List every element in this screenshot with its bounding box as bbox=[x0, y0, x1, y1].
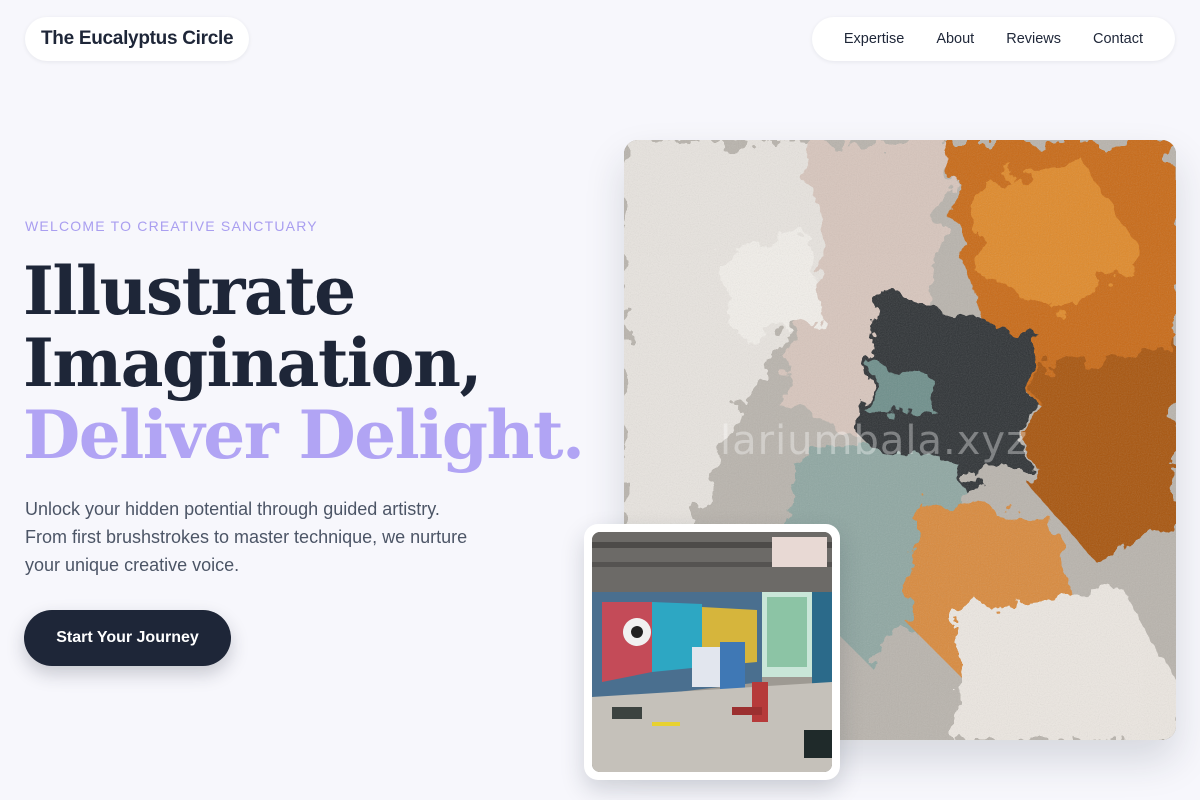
hero-headline: Illustrate Imagination, Deliver Delight. bbox=[23, 252, 585, 474]
headline-line-2: Imagination, bbox=[23, 324, 483, 402]
main-nav: Expertise About Reviews Contact bbox=[811, 17, 1175, 61]
studio-photo-image bbox=[592, 532, 832, 772]
headline-accent: Deliver Delight. bbox=[23, 396, 585, 474]
nav-link-contact[interactable]: Contact bbox=[1077, 31, 1159, 47]
graffiti-studio-scene bbox=[592, 532, 832, 772]
hero-description: Unlock your hidden potential through gui… bbox=[25, 499, 468, 575]
hero-eyebrow: WELCOME TO CREATIVE SANCTUARY bbox=[25, 218, 318, 234]
nav-link-expertise[interactable]: Expertise bbox=[828, 31, 920, 47]
headline-line-1: Illustrate bbox=[23, 252, 356, 330]
start-journey-button[interactable]: Start Your Journey bbox=[24, 610, 231, 666]
nav-link-reviews[interactable]: Reviews bbox=[990, 31, 1077, 47]
nav-link-about[interactable]: About bbox=[920, 31, 990, 47]
image-watermark: lariumbala.xyz bbox=[720, 418, 1029, 464]
studio-photo-card bbox=[584, 524, 840, 780]
brand-logo[interactable]: The Eucalyptus Circle bbox=[25, 17, 250, 61]
brand-name: The Eucalyptus Circle bbox=[41, 28, 234, 49]
